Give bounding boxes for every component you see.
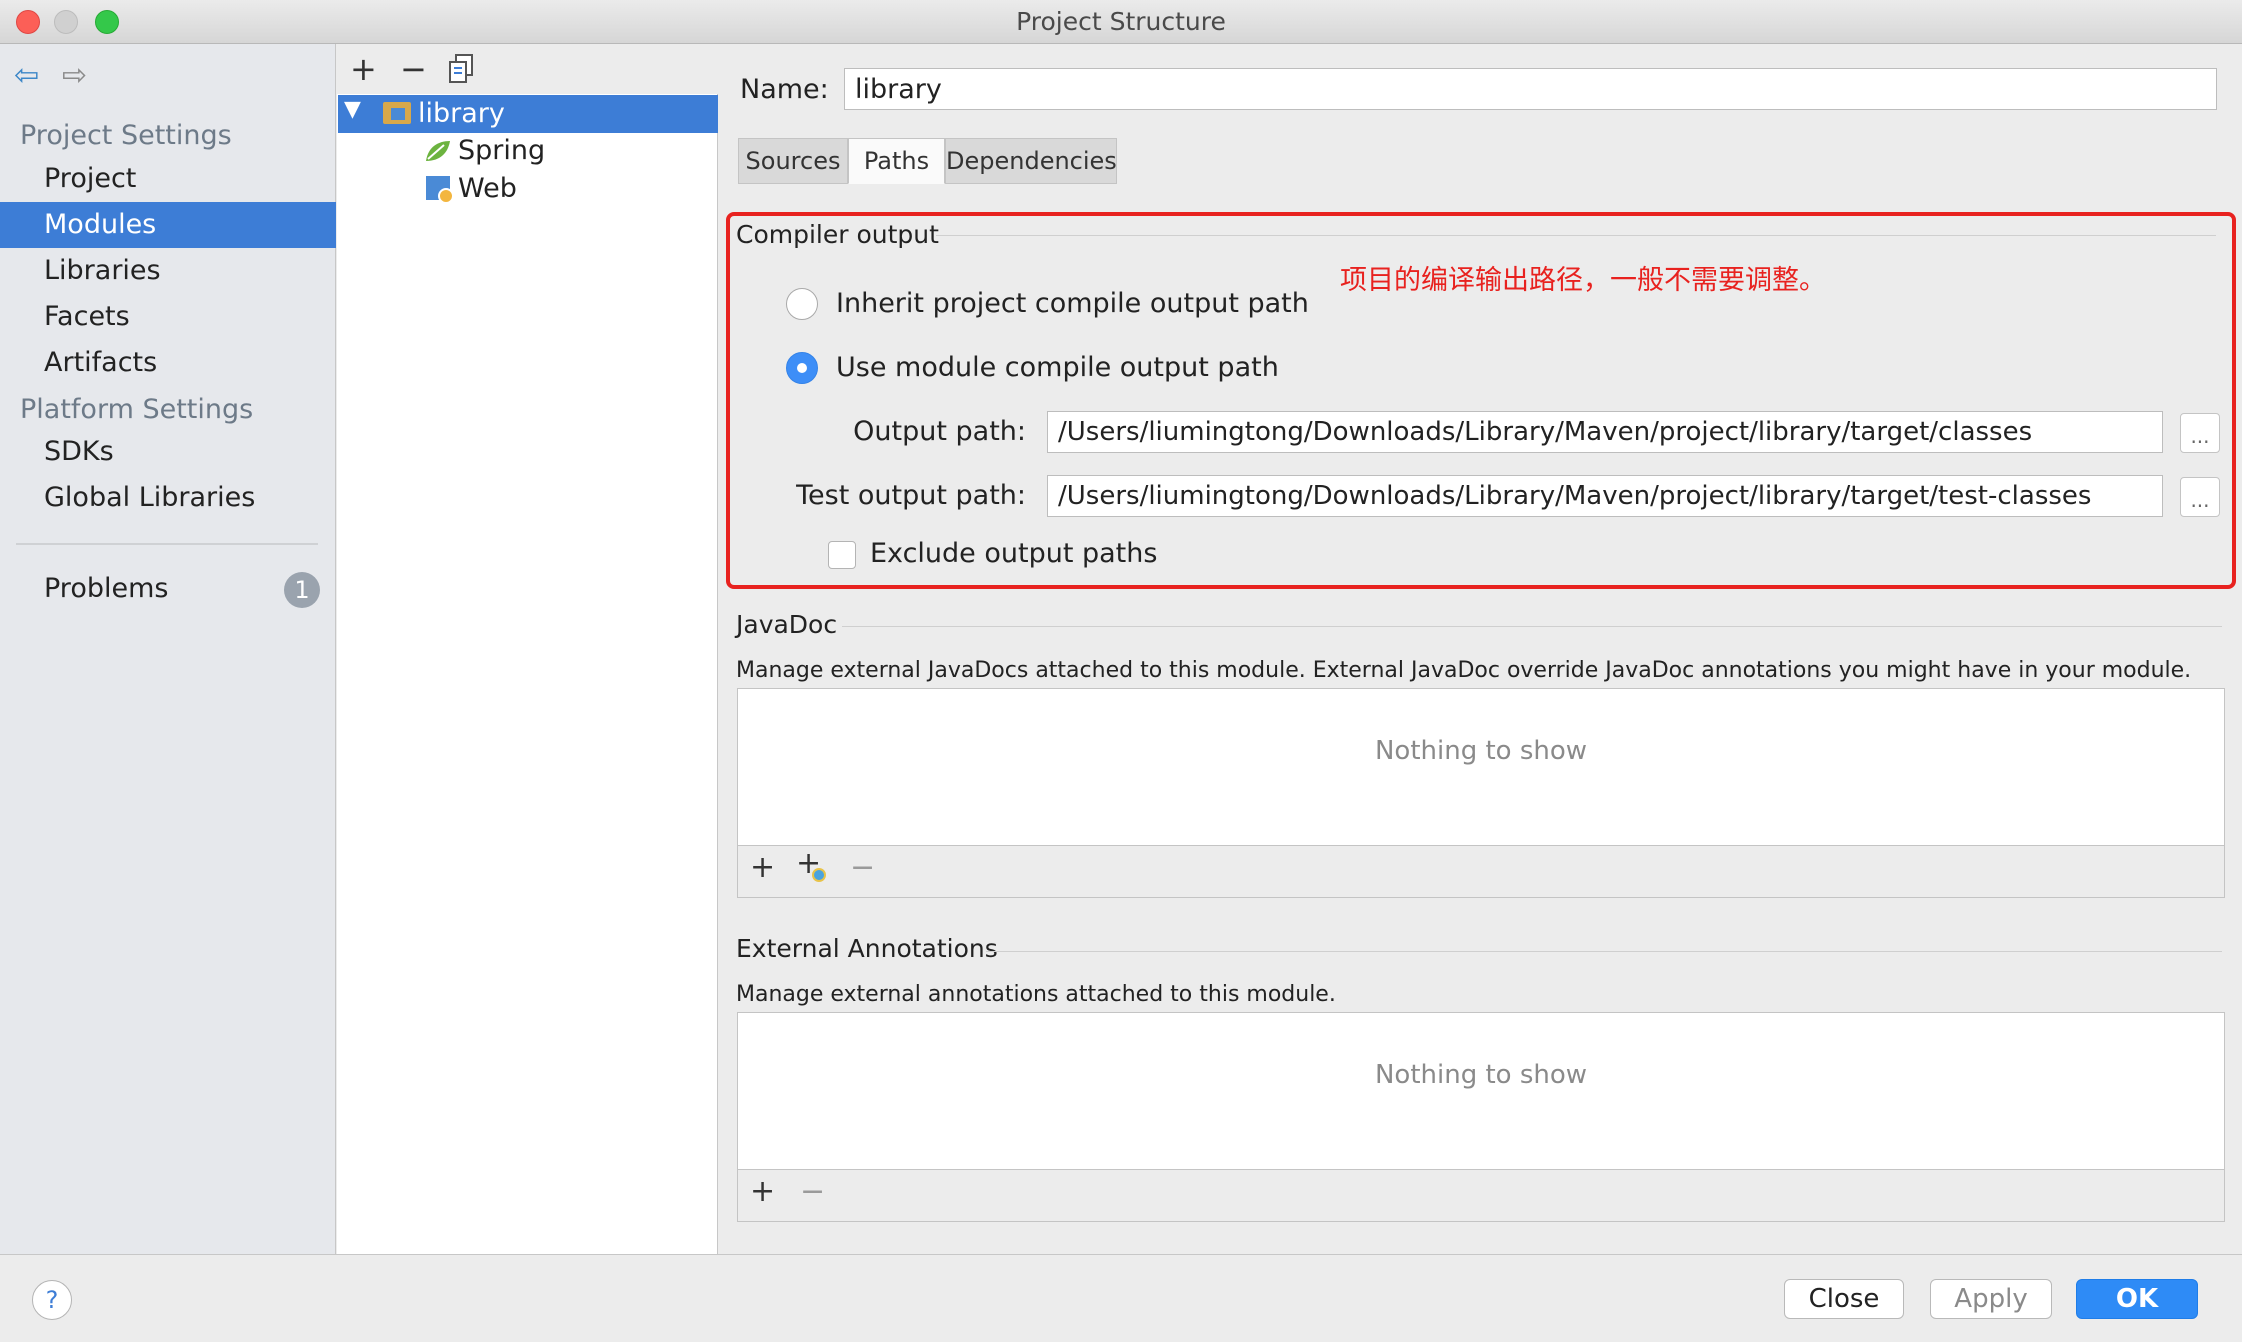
tree-label-web[interactable]: Web [458, 170, 517, 208]
sidebar-item-facets[interactable]: Facets [0, 294, 336, 340]
external-annotations-separator [986, 951, 2222, 952]
globe-icon [812, 868, 826, 882]
javadoc-add-button[interactable]: + [750, 850, 775, 885]
external-annotations-heading: External Annotations [736, 934, 998, 963]
output-path-input[interactable] [1047, 411, 2163, 453]
tab-sources[interactable]: Sources [738, 138, 848, 184]
javadoc-heading: JavaDoc [736, 610, 838, 639]
javadoc-remove-button[interactable]: − [850, 850, 875, 885]
footer-divider [0, 1254, 2242, 1255]
javadoc-toolbar [737, 846, 2225, 898]
module-tree-panel [337, 44, 718, 1254]
test-output-path-input[interactable] [1047, 475, 2163, 517]
javadoc-description: Manage external JavaDocs attached to thi… [736, 658, 2192, 683]
platform-settings-heading: Platform Settings [20, 394, 254, 425]
external-annotations-list[interactable] [737, 1012, 2225, 1170]
problems-count-badge: 1 [284, 572, 320, 608]
web-facet-icon [426, 176, 454, 204]
exclude-output-label[interactable]: Exclude output paths [870, 538, 1157, 569]
exclude-output-checkbox[interactable] [828, 541, 856, 569]
close-button[interactable]: Close [1784, 1279, 1904, 1319]
sidebar-item-artifacts[interactable]: Artifacts [0, 340, 336, 386]
inherit-output-radio[interactable] [786, 288, 818, 320]
external-annotations-remove-button[interactable]: − [800, 1174, 825, 1209]
javadoc-list[interactable] [737, 688, 2225, 846]
test-output-path-label: Test output path: [796, 480, 1026, 511]
external-annotations-toolbar [737, 1170, 2225, 1222]
project-settings-heading: Project Settings [20, 120, 232, 151]
remove-module-button[interactable]: − [400, 50, 427, 88]
apply-button[interactable]: Apply [1930, 1279, 2052, 1319]
back-arrow-icon[interactable]: ⇦ [14, 58, 39, 93]
tree-label-spring[interactable]: Spring [458, 132, 545, 170]
forward-arrow-icon[interactable]: ⇨ [62, 58, 87, 93]
sidebar-item-global-libraries[interactable]: Global Libraries [0, 475, 336, 521]
module-tree-toolbar [337, 44, 718, 94]
help-button[interactable]: ? [32, 1280, 72, 1320]
expand-arrow-icon[interactable]: ▼ [344, 97, 361, 122]
module-name-input[interactable] [844, 68, 2217, 110]
sidebar-item-project[interactable]: Project [0, 156, 336, 202]
module-folder-icon [383, 102, 411, 124]
test-output-path-browse-button[interactable]: ... [2180, 477, 2220, 517]
external-annotations-empty-text: Nothing to show [1374, 1060, 1588, 1090]
ok-button[interactable]: OK [2076, 1279, 2198, 1319]
sidebar-item-modules[interactable]: Modules [0, 202, 336, 248]
output-path-browse-button[interactable]: ... [2180, 413, 2220, 453]
javadoc-empty-text: Nothing to show [1374, 736, 1588, 766]
window-title: Project Structure [1016, 7, 1226, 36]
tab-dependencies[interactable]: Dependencies [945, 138, 1117, 184]
tab-paths[interactable]: Paths [848, 138, 945, 184]
sidebar-item-sdks[interactable]: SDKs [0, 429, 336, 475]
tree-label-library: library [418, 98, 505, 129]
module-output-radio[interactable] [786, 352, 818, 384]
sidebar-divider [16, 543, 318, 545]
output-path-label: Output path: [853, 416, 1026, 447]
spring-leaf-icon [424, 139, 452, 163]
module-output-label[interactable]: Use module compile output path [836, 352, 1279, 383]
annotation-note: 项目的编译输出路径，一般不需要调整。 [1340, 265, 1826, 296]
external-annotations-add-button[interactable]: + [750, 1174, 775, 1209]
copy-icon[interactable] [448, 54, 474, 84]
inherit-output-label[interactable]: Inherit project compile output path [836, 288, 1309, 319]
sidebar-item-libraries[interactable]: Libraries [0, 248, 336, 294]
external-annotations-description: Manage external annotations attached to … [736, 982, 1336, 1007]
name-label: Name: [740, 74, 829, 105]
add-module-button[interactable]: + [350, 50, 377, 88]
javadoc-separator [842, 626, 2222, 627]
